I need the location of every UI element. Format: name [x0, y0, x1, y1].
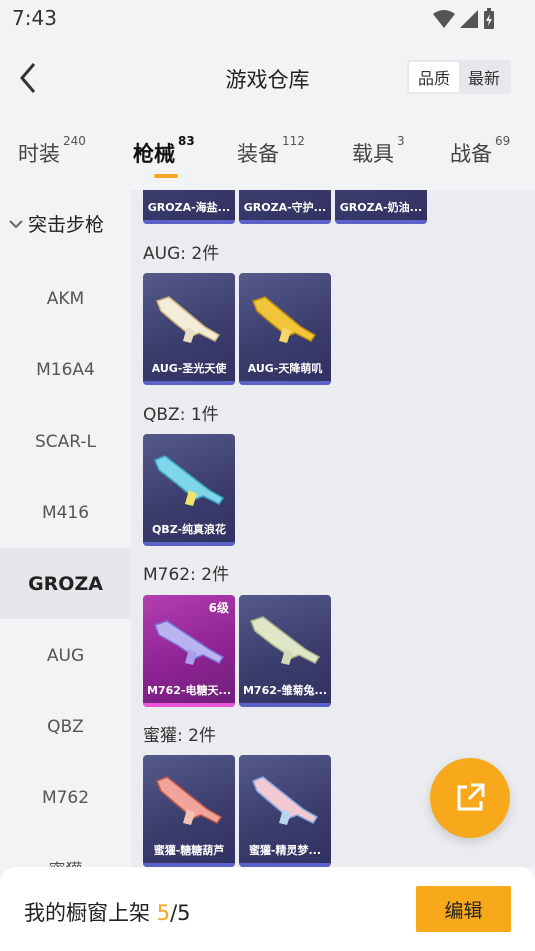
skin-name: M762-电糖天... [146, 684, 231, 697]
edit-button[interactable]: 编辑 [416, 886, 511, 932]
signal-icon [460, 10, 478, 28]
rarity-bar [335, 220, 427, 224]
sidebar-item-akm[interactable]: AKM [0, 263, 131, 334]
bottom-bar: 我的橱窗上架 5/5 编辑 [0, 867, 535, 951]
rarity-bar [239, 220, 331, 224]
active-tab-indicator [154, 174, 178, 178]
skin-card[interactable]: 蜜獾-糖糖葫芦 [143, 755, 235, 867]
rarity-bar [143, 381, 235, 385]
sidebar-item-scar-l[interactable]: SCAR-L [0, 406, 131, 477]
sidebar-item-qbz[interactable]: QBZ [0, 691, 131, 762]
rifle-image [154, 620, 225, 665]
skin-name: 蜜獾-精灵梦... [248, 844, 322, 857]
group-title-m762: M762: 2件 [143, 565, 230, 585]
tab-equipment[interactable]: 装备112 [237, 134, 305, 168]
skin-name: M762-雏菊兔... [242, 684, 327, 697]
skin-name: GROZA-海盐... [147, 201, 231, 214]
category-tabs: 时装240 枪械83 装备112 载具3 战备69 [0, 130, 535, 180]
tab-vehicles[interactable]: 载具3 [352, 134, 405, 168]
sidebar-category-assault-rifle[interactable]: 突击步枪 [8, 210, 104, 237]
skin-card[interactable]: GROZA-奶油... [335, 190, 427, 224]
skin-card[interactable]: 6级 M762-电糖天... [143, 595, 235, 707]
skin-name: GROZA-守护... [243, 201, 327, 214]
sort-toggle: 品质 最新 [407, 60, 511, 94]
skin-card[interactable]: M762-雏菊兔... [239, 595, 331, 707]
rifle-image [252, 296, 317, 343]
group-title-qbz: QBZ: 1件 [143, 405, 219, 425]
sort-newest-option[interactable]: 最新 [459, 62, 509, 92]
rifle-image [250, 616, 321, 665]
skin-card[interactable]: 蜜獾-精灵梦... [239, 755, 331, 867]
tab-fashion[interactable]: 时装240 [18, 134, 86, 168]
rarity-bar [143, 703, 235, 707]
status-icons [433, 8, 495, 30]
rifle-image [154, 455, 225, 506]
rarity-bar [143, 542, 235, 546]
tab-guns[interactable]: 枪械83 [133, 134, 195, 168]
skin-card[interactable]: GROZA-守护... [239, 190, 331, 224]
group-title-aug: AUG: 2件 [143, 244, 220, 264]
status-bar: 7:43 [0, 0, 535, 36]
rarity-bar [239, 381, 331, 385]
status-time: 7:43 [12, 6, 57, 30]
skin-card[interactable]: AUG-圣光天使 [143, 273, 235, 385]
battery-icon [484, 8, 494, 29]
skin-card[interactable]: GROZA-海盐... [143, 190, 235, 224]
rarity-bar [239, 703, 331, 707]
chevron-left-icon [20, 63, 36, 93]
group-title-honey-badger: 蜜獾: 2件 [143, 726, 216, 746]
showcase-status: 我的橱窗上架 5/5 [24, 901, 191, 925]
sidebar-item-m416[interactable]: M416 [0, 477, 131, 548]
rifle-image [252, 776, 319, 825]
skin-name: 蜜獾-糖糖葫芦 [153, 844, 225, 857]
share-icon [457, 783, 485, 811]
tab-supplies[interactable]: 战备69 [450, 134, 510, 168]
sidebar-item-honey-badger[interactable]: 蜜獾 [0, 833, 131, 867]
rifle-image [156, 776, 223, 825]
sidebar-item-aug[interactable]: AUG [0, 620, 131, 691]
share-button[interactable] [430, 758, 510, 838]
sidebar-item-groza[interactable]: GROZA [0, 548, 131, 619]
skin-name: QBZ-纯真浪花 [151, 523, 227, 536]
skin-card[interactable]: AUG-天降萌叽 [239, 273, 331, 385]
skin-name: GROZA-奶油... [339, 201, 423, 214]
skin-card[interactable]: QBZ-纯真浪花 [143, 434, 235, 546]
rifle-image [156, 296, 221, 343]
header: 游戏仓库 品质 最新 [0, 50, 535, 106]
skin-name: AUG-圣光天使 [151, 362, 227, 375]
weapon-sidebar: 突击步枪 AKM M16A4 SCAR-L M416 GROZA AUG QBZ… [0, 190, 131, 867]
sidebar-item-m762[interactable]: M762 [0, 762, 131, 833]
sort-quality-option[interactable]: 品质 [409, 62, 459, 92]
back-button[interactable] [12, 58, 44, 98]
rarity-bar [143, 220, 235, 224]
chevron-down-icon [9, 219, 23, 228]
wifi-icon [433, 10, 455, 28]
skin-name: AUG-天降萌叽 [247, 362, 323, 375]
sidebar-item-m16a4[interactable]: M16A4 [0, 334, 131, 405]
